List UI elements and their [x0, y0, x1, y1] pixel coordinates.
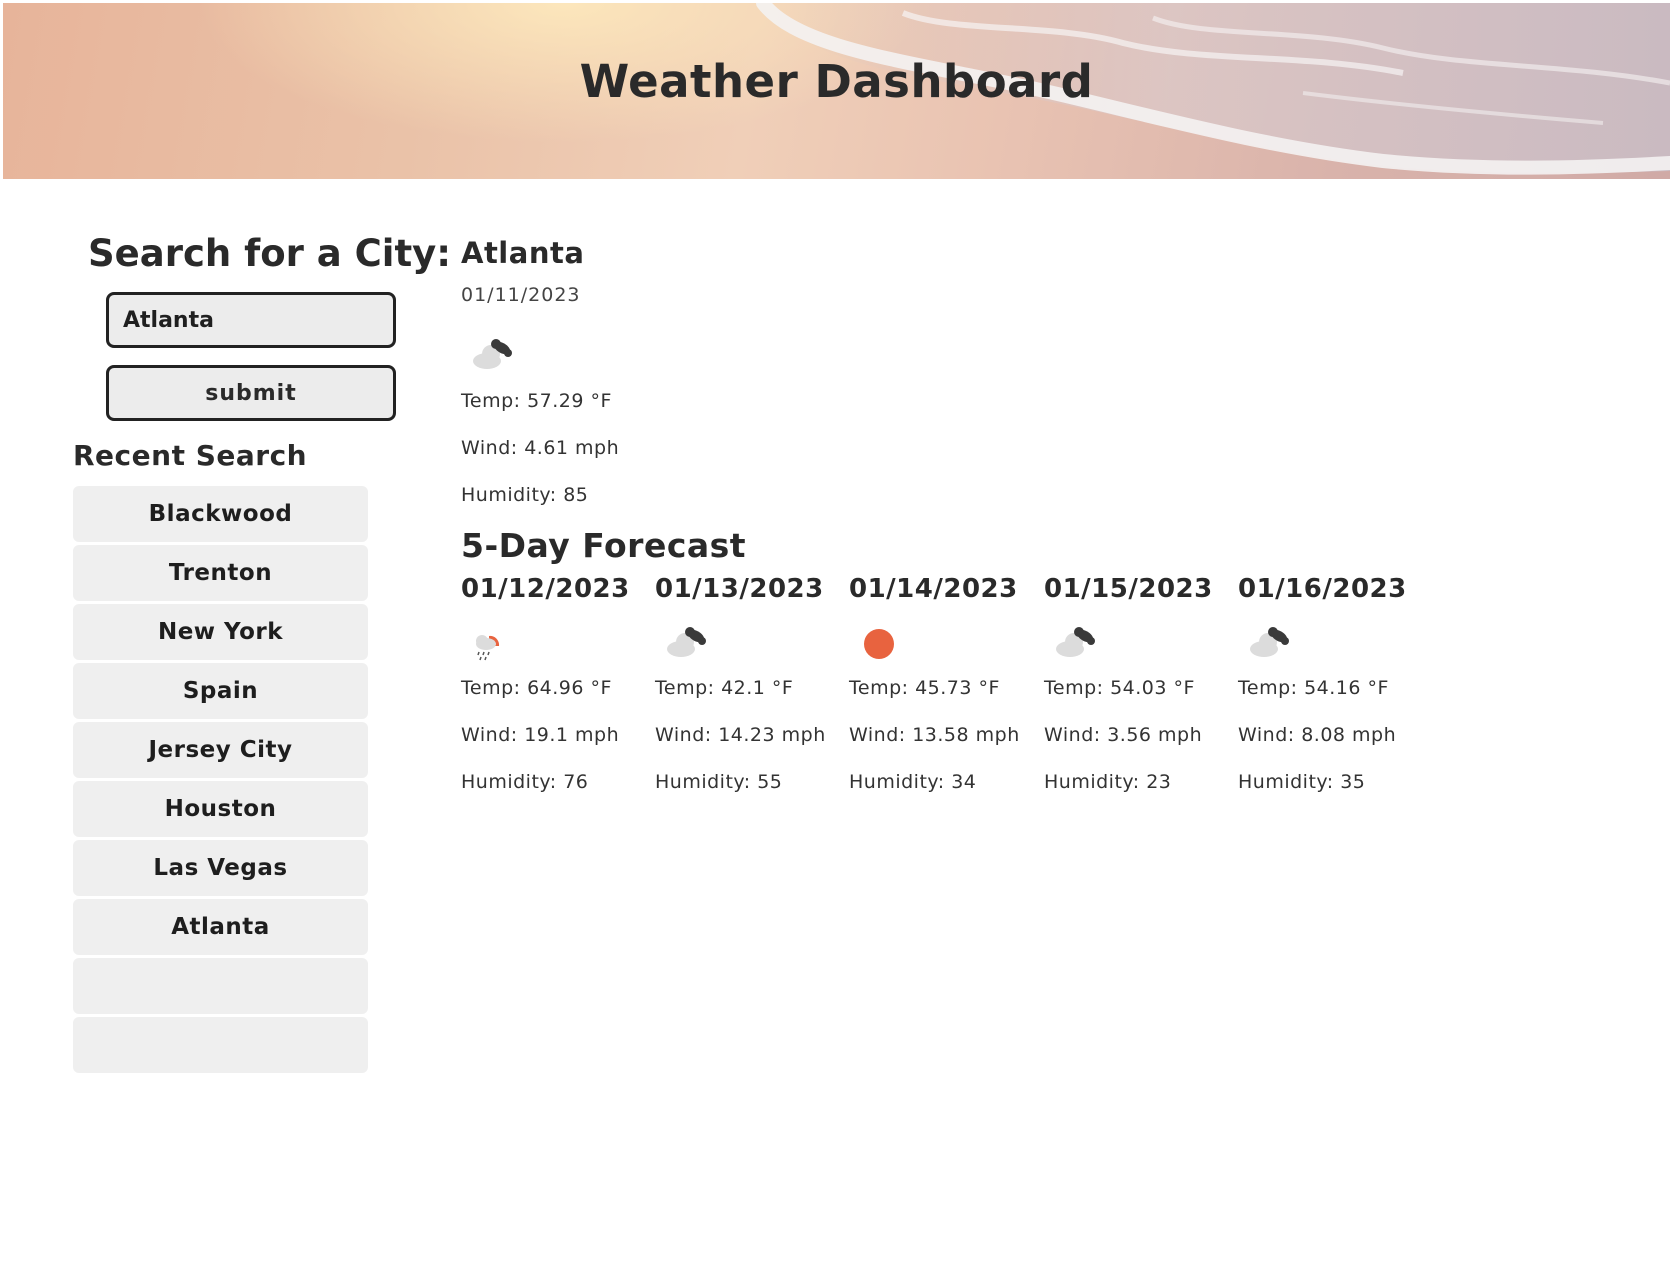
cloud-icon	[1056, 627, 1095, 657]
forecast-wind: Wind: 3.56 mph	[1044, 724, 1203, 746]
current-humidity: Humidity: 85	[461, 484, 589, 506]
recent-search-item[interactable]: Blackwood	[73, 486, 368, 542]
recent-search-list: Blackwood Trenton New York Spain Jersey …	[73, 486, 368, 1076]
forecast-wind: Wind: 19.1 mph	[461, 724, 620, 746]
sun-icon	[864, 629, 894, 659]
forecast-temp: Temp: 45.73 °F	[849, 677, 1000, 699]
forecast-date: 01/12/2023	[461, 574, 630, 604]
forecast-humidity: Humidity: 23	[1044, 771, 1172, 793]
recent-search-item[interactable]: Houston	[73, 781, 368, 837]
recent-search-item[interactable]	[73, 1017, 368, 1073]
current-date: 01/11/2023	[461, 284, 581, 306]
recent-search-heading: Recent Search	[73, 439, 308, 472]
forecast-day-card: 01/13/2023 Temp: 42.1 °F Wind: 14.23 mph…	[655, 574, 845, 793]
forecast-wind: Wind: 8.08 mph	[1238, 724, 1397, 746]
forecast-date: 01/15/2023	[1044, 574, 1213, 604]
submit-button[interactable]: submit	[106, 365, 396, 421]
forecast-wind: Wind: 14.23 mph	[655, 724, 826, 746]
header-banner: Weather Dashboard	[3, 3, 1670, 179]
forecast-humidity: Humidity: 34	[849, 771, 977, 793]
forecast-temp: Temp: 64.96 °F	[461, 677, 612, 699]
search-heading: Search for a City:	[88, 232, 452, 275]
current-temp: Temp: 57.29 °F	[461, 390, 612, 412]
rain-sun-icon	[476, 635, 500, 661]
recent-search-item[interactable]: Atlanta	[73, 899, 368, 955]
recent-search-item[interactable]: Spain	[73, 663, 368, 719]
forecast-day-card: 01/15/2023 Temp: 54.03 °F Wind: 3.56 mph…	[1044, 574, 1234, 793]
city-search-input[interactable]	[106, 292, 396, 348]
forecast-day-card: 01/12/2023 Temp: 64.96 °F Wind: 19.1 mph…	[461, 574, 651, 793]
forecast-temp: Temp: 42.1 °F	[655, 677, 794, 699]
current-city-name: Atlanta	[461, 236, 585, 270]
forecast-date: 01/14/2023	[849, 574, 1018, 604]
current-weather: Atlanta 01/11/2023 Temp: 57.29 °F Wind: …	[461, 236, 619, 506]
forecast-day-card: 01/14/2023 Temp: 45.73 °F Wind: 13.58 mp…	[849, 574, 1039, 793]
recent-search-item[interactable]: Las Vegas	[73, 840, 368, 896]
forecast-wind: Wind: 13.58 mph	[849, 724, 1020, 746]
recent-search-item[interactable]: Jersey City	[73, 722, 368, 778]
forecast-temp: Temp: 54.03 °F	[1044, 677, 1195, 699]
forecast-humidity: Humidity: 55	[655, 771, 783, 793]
forecast-date: 01/13/2023	[655, 574, 824, 604]
recent-search-item[interactable]: Trenton	[73, 545, 368, 601]
page-title: Weather Dashboard	[579, 55, 1094, 108]
recent-search-item[interactable]: New York	[73, 604, 368, 660]
forecast-date: 01/16/2023	[1238, 574, 1407, 604]
current-wind: Wind: 4.61 mph	[461, 437, 620, 459]
forecast-temp: Temp: 54.16 °F	[1238, 677, 1389, 699]
forecast-humidity: Humidity: 35	[1238, 771, 1366, 793]
cloud-icon	[667, 627, 706, 657]
cloud-icon	[1250, 627, 1289, 657]
forecast-humidity: Humidity: 76	[461, 771, 589, 793]
forecast-heading: 5-Day Forecast	[461, 526, 747, 565]
cloud-icon	[473, 339, 512, 369]
forecast-day-card: 01/16/2023 Temp: 54.16 °F Wind: 8.08 mph…	[1238, 574, 1428, 793]
recent-search-item[interactable]	[73, 958, 368, 1014]
